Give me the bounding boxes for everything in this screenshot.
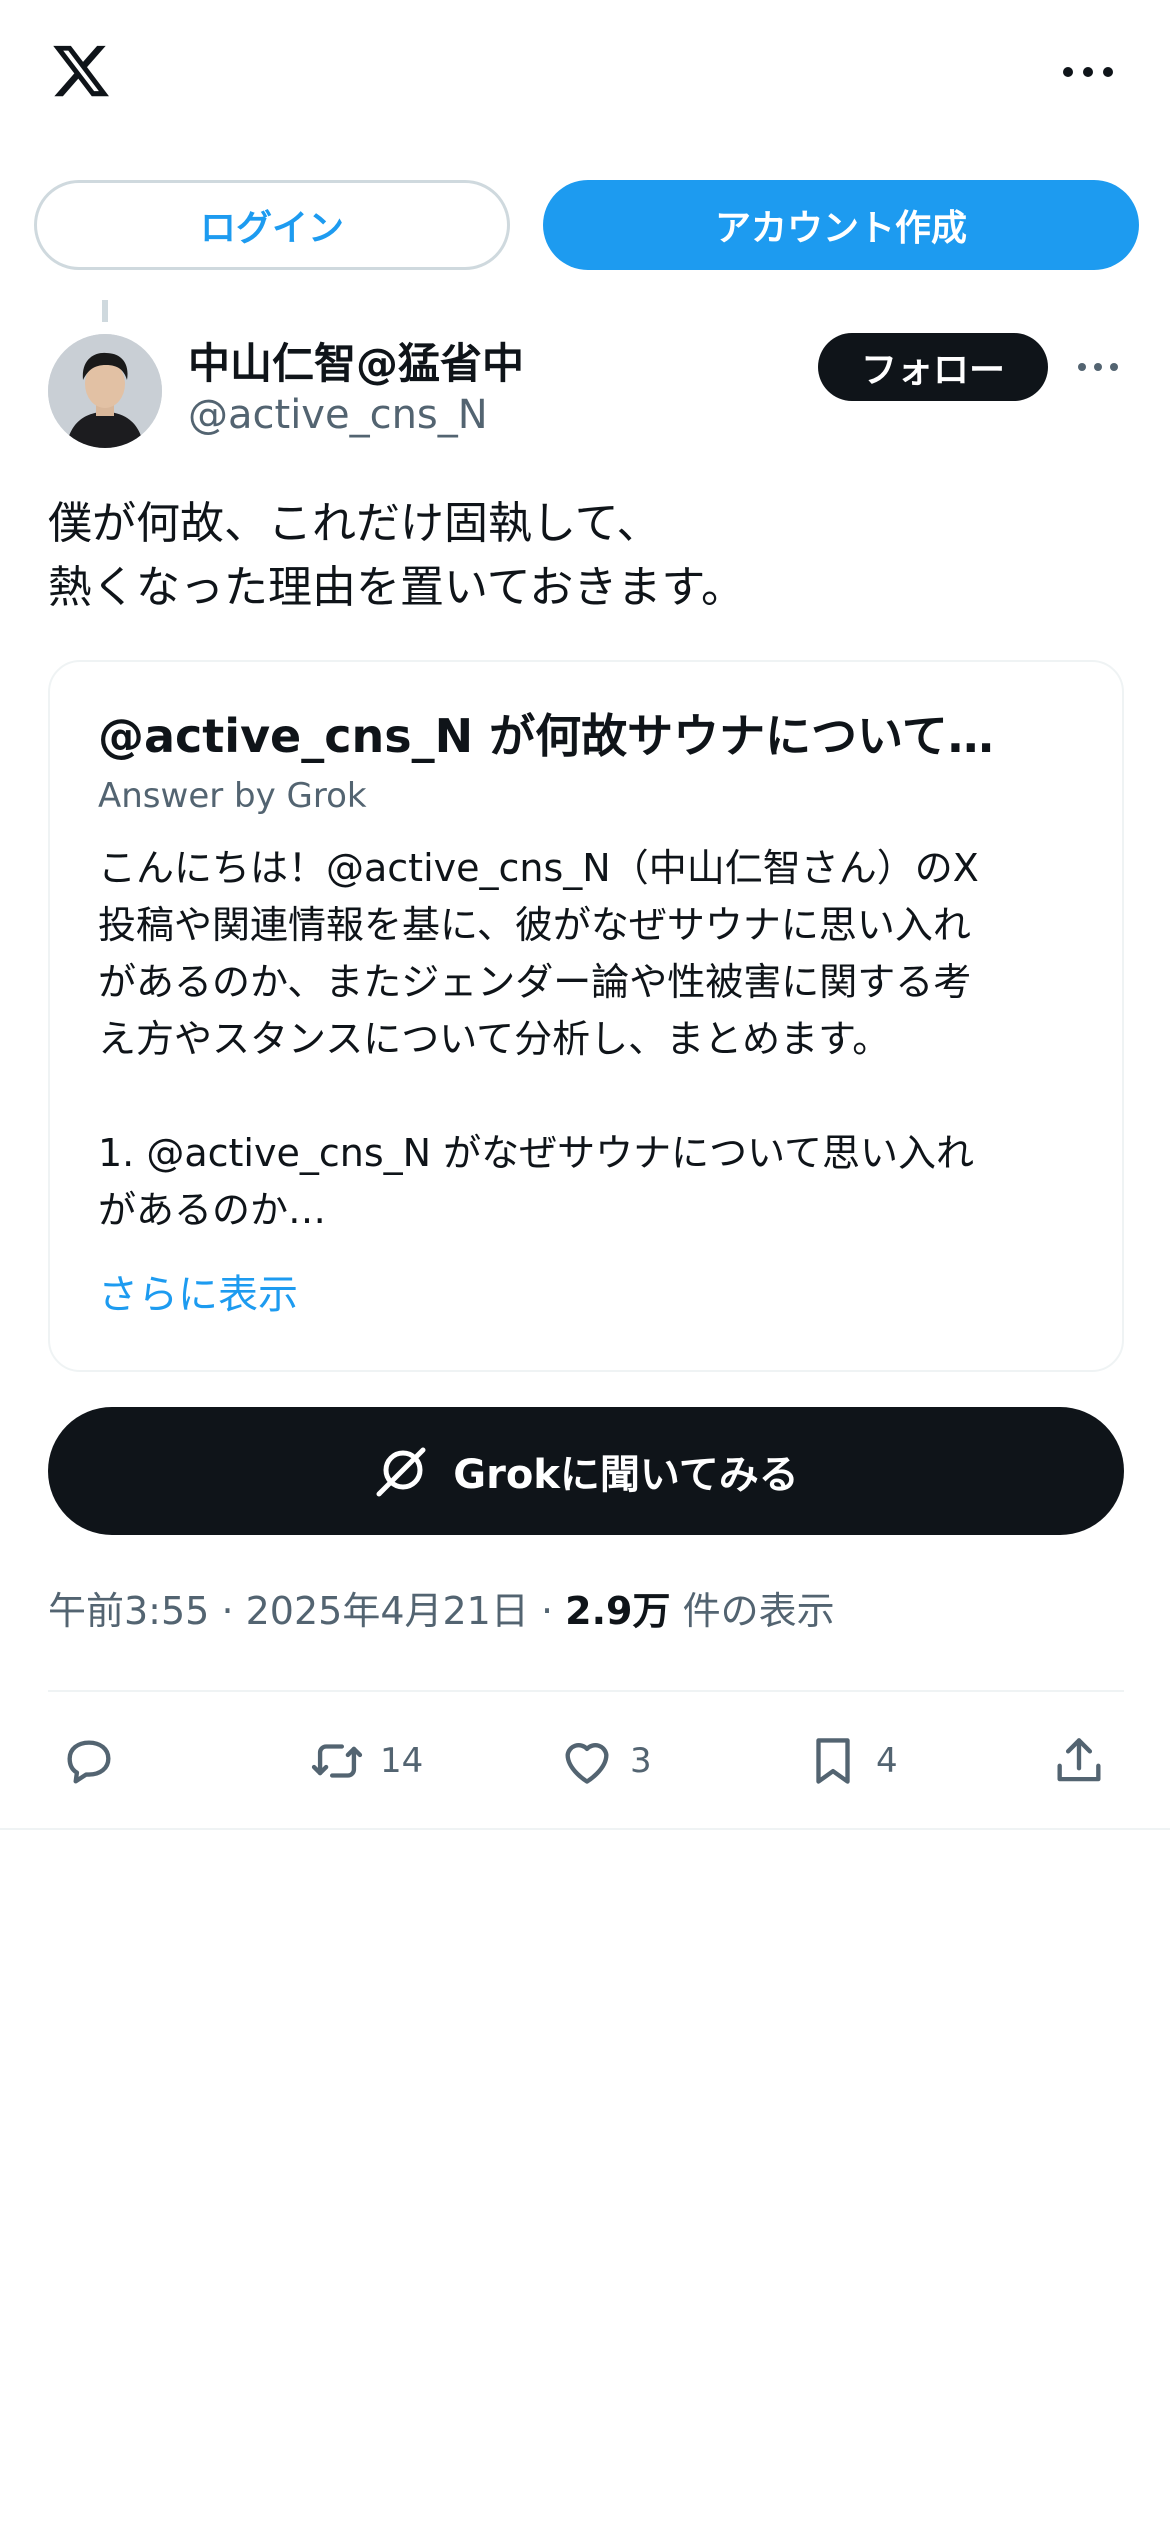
x-logo-icon[interactable] bbox=[48, 40, 114, 102]
grok-body-line: 1. @active_cns_N がなぜサウナについて思い入れ bbox=[98, 1131, 974, 1175]
post-text-line: 僕が何故、これだけ固執して、 bbox=[48, 498, 661, 549]
create-account-button[interactable]: アカウント作成 bbox=[543, 180, 1139, 270]
grok-card-title: @active_cns_N が何故サウナについて… bbox=[98, 709, 994, 763]
post-text-line: 熱くなった理由を置いておきます。 bbox=[48, 562, 745, 613]
post-text: 僕が何故、これだけ固執して、 熱くなった理由を置いておきます。 bbox=[48, 492, 1128, 620]
like-button[interactable]: 3 bbox=[558, 1728, 652, 1794]
grok-card-body: こんにちは！@active_cns_N（中山仁智さん）のX 投稿や関連情報を基に… bbox=[98, 840, 1098, 1239]
divider bbox=[0, 1828, 1170, 1830]
follow-button[interactable]: フォロー bbox=[818, 333, 1048, 401]
heart-icon bbox=[565, 1743, 609, 1784]
author-name[interactable]: 中山仁智@猛省中 bbox=[188, 330, 524, 391]
bookmark-count: 4 bbox=[876, 1741, 898, 1781]
bookmark-button[interactable]: 4 bbox=[804, 1728, 898, 1794]
post-date[interactable]: 2025年4月21日 bbox=[246, 1589, 529, 1633]
grok-body-line: 投稿や関連情報を基に、彼がなぜサウナに思い入れ bbox=[98, 903, 971, 947]
divider bbox=[48, 1690, 1124, 1692]
like-count: 3 bbox=[630, 1741, 652, 1781]
thread-connector bbox=[102, 300, 108, 322]
retweet-count: 14 bbox=[380, 1741, 424, 1781]
top-bar bbox=[0, 0, 1170, 150]
post-time[interactable]: 午前3:55 bbox=[48, 1589, 209, 1633]
reply-icon bbox=[67, 1740, 111, 1784]
grok-body-line: があるのか、またジェンダー論や性被害に関する考 bbox=[98, 960, 972, 1004]
share-button[interactable] bbox=[1050, 1728, 1108, 1794]
grok-body-line bbox=[98, 1068, 1098, 1125]
avatar[interactable] bbox=[48, 334, 162, 448]
grok-body-line: があるのか… bbox=[98, 1188, 327, 1232]
retweet-icon bbox=[311, 1744, 363, 1778]
login-button[interactable]: ログイン bbox=[34, 180, 510, 270]
grok-card-subtitle: Answer by Grok bbox=[98, 776, 367, 816]
views-count: 2.9万 bbox=[565, 1589, 671, 1633]
grok-body-line: こんにちは！@active_cns_N（中山仁智さん）のX bbox=[98, 846, 979, 890]
grok-icon bbox=[376, 1447, 426, 1497]
post-meta: 午前3:55 · 2025年4月21日 · 2.9万 件の表示 bbox=[48, 1580, 835, 1635]
grok-answer-card[interactable]: @active_cns_N が何故サウナについて… Answer by Grok… bbox=[48, 660, 1124, 1372]
more-icon[interactable] bbox=[1060, 58, 1116, 86]
share-icon bbox=[1057, 1738, 1101, 1782]
avatar-portrait-image bbox=[48, 334, 162, 448]
ask-grok-label: Grokに聞いてみる bbox=[453, 1452, 799, 1498]
views-label: 件の表示 bbox=[682, 1589, 835, 1633]
retweet-button[interactable]: 14 bbox=[308, 1728, 423, 1794]
meta-separator: · bbox=[221, 1589, 234, 1633]
author-handle[interactable]: @active_cns_N bbox=[188, 392, 488, 438]
post-more-icon[interactable] bbox=[1076, 356, 1120, 378]
meta-separator: · bbox=[540, 1589, 554, 1633]
ask-grok-button[interactable]: Grokに聞いてみる bbox=[48, 1407, 1124, 1535]
reply-button[interactable] bbox=[60, 1728, 118, 1794]
grok-body-line: え方やスタンスについて分析し、まとめます。 bbox=[98, 1017, 891, 1061]
bookmark-icon bbox=[816, 1738, 850, 1784]
show-more-link[interactable]: さらに表示 bbox=[98, 1262, 298, 1320]
tweet-page: ログイン アカウント作成 中山仁智@猛省中 @active_cns_N フォロー… bbox=[0, 0, 1170, 2532]
